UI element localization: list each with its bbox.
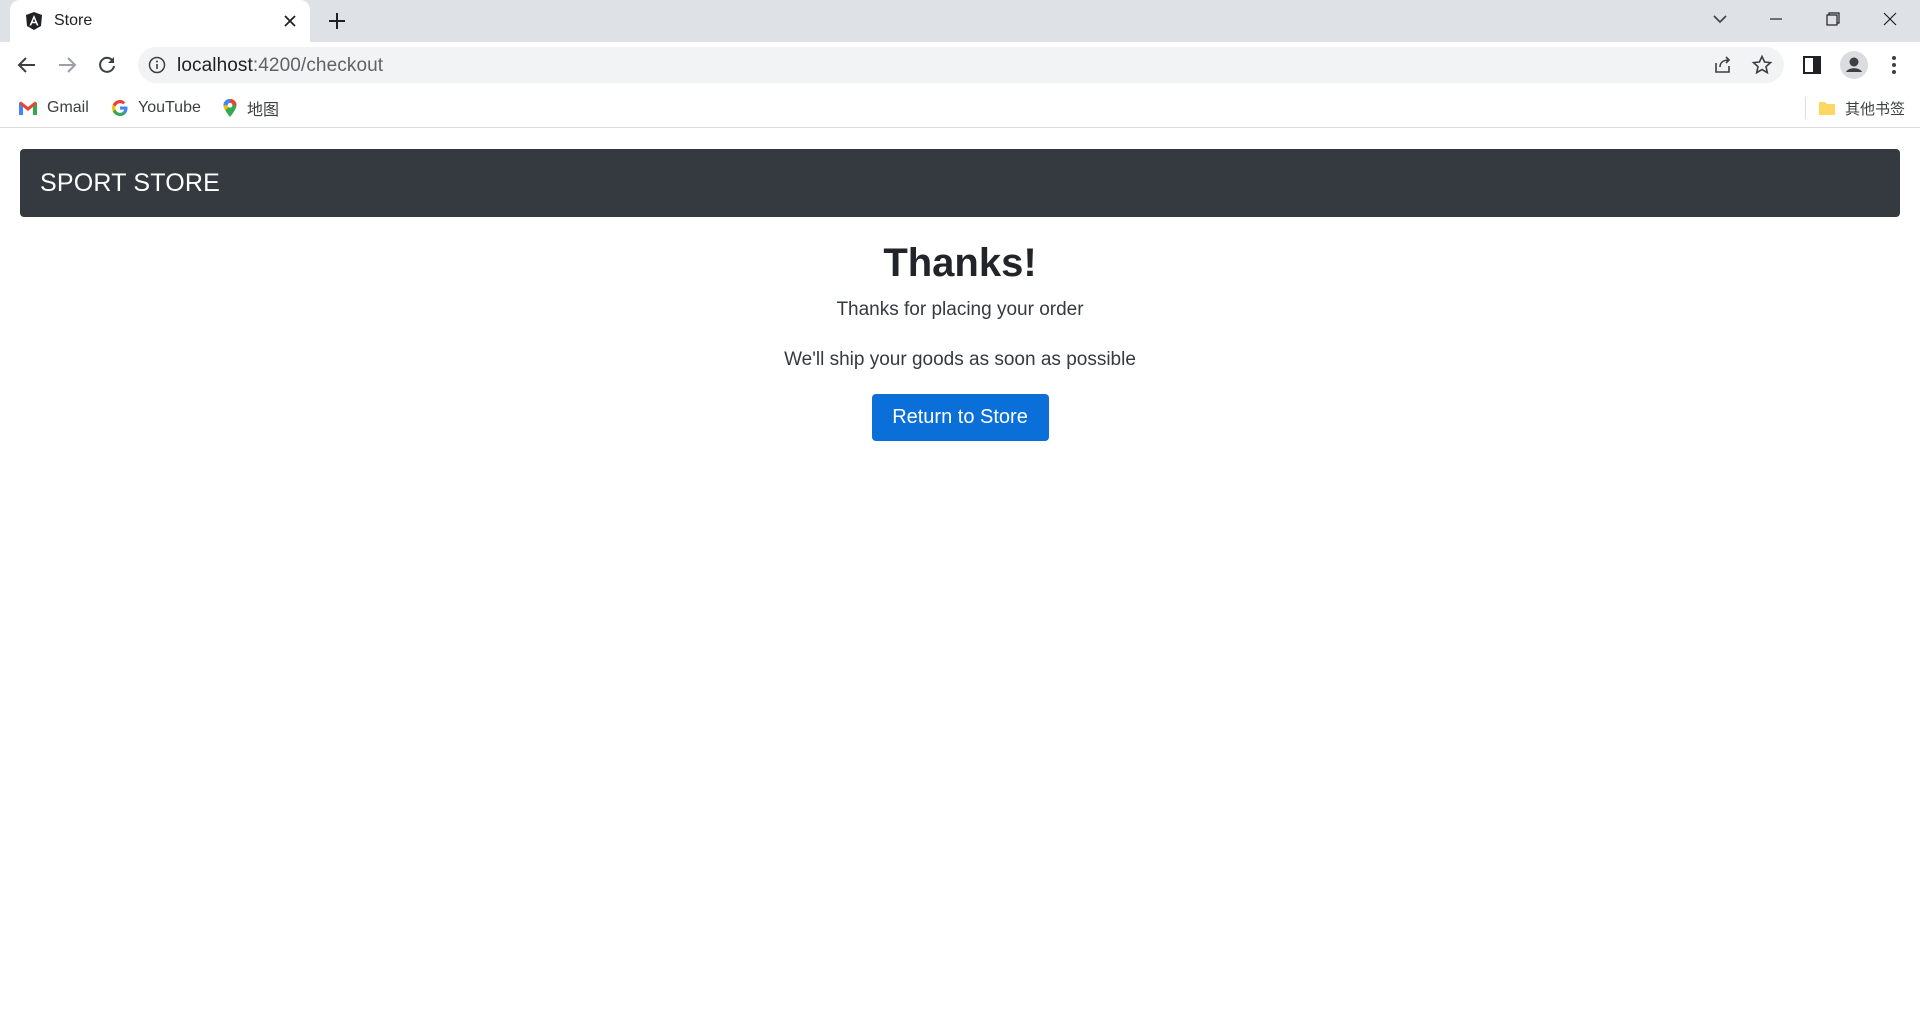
minimize-icon[interactable] [1748, 0, 1804, 38]
bookmark-gmail[interactable]: Gmail [18, 96, 89, 120]
bookmark-label: Gmail [47, 99, 89, 116]
bookmarks-divider [1805, 97, 1806, 119]
tab-strip: Store [0, 0, 1920, 42]
forward-arrow-icon[interactable] [52, 50, 82, 80]
other-bookmarks-label: 其他书签 [1845, 100, 1906, 118]
return-to-store-button[interactable]: Return to Store [871, 394, 1049, 441]
more-menu-icon[interactable] [1882, 53, 1906, 77]
bookmark-label: YouTube [138, 99, 201, 116]
address-bar[interactable]: localhost:4200/checkout [138, 47, 1784, 83]
profile-avatar-icon[interactable] [1840, 51, 1868, 79]
page-title: Thanks! [883, 241, 1037, 285]
share-icon[interactable] [1712, 54, 1734, 76]
tab-search-chevron-icon[interactable] [1692, 0, 1748, 38]
bookmarks-bar: Gmail YouTube 地图 其他书签 [0, 88, 1920, 128]
navbar-brand[interactable]: SPORT STORE [40, 169, 220, 198]
back-arrow-icon[interactable] [12, 50, 42, 80]
other-bookmarks-folder[interactable]: 其他书签 [1818, 96, 1905, 120]
url-path: :4200/checkout [252, 55, 384, 76]
store-navbar: SPORT STORE [20, 149, 1900, 217]
side-panel-icon[interactable] [1800, 53, 1824, 77]
gmail-icon [19, 101, 37, 115]
url-host: localhost [177, 55, 253, 76]
bookmark-label: 地图 [247, 102, 280, 119]
google-icon [112, 100, 128, 116]
maps-pin-icon [223, 99, 237, 117]
tab-title: Store [54, 12, 93, 29]
url-text[interactable]: localhost:4200/checkout [177, 55, 383, 77]
bookmark-maps[interactable]: 地图 [222, 96, 279, 120]
restore-icon[interactable] [1805, 0, 1861, 38]
browser-toolbar: localhost:4200/checkout [0, 42, 1920, 88]
close-window-icon[interactable] [1862, 0, 1918, 38]
tab-close-icon[interactable] [280, 11, 300, 31]
folder-icon [1819, 102, 1835, 115]
order-confirmation-text: Thanks for placing your order [836, 299, 1084, 320]
new-tab-plus-icon[interactable] [325, 9, 349, 33]
site-info-icon[interactable] [148, 56, 166, 74]
shipping-message-text: We'll ship your goods as soon as possibl… [784, 349, 1136, 370]
reload-icon[interactable] [92, 50, 122, 80]
angular-favicon-icon [24, 11, 44, 31]
bookmark-youtube[interactable]: YouTube [111, 96, 201, 120]
browser-tab-store[interactable]: Store [10, 0, 310, 42]
checkout-confirmation: Thanks! Thanks for placing your order We… [0, 233, 1920, 441]
bookmark-star-icon[interactable] [1751, 54, 1773, 76]
